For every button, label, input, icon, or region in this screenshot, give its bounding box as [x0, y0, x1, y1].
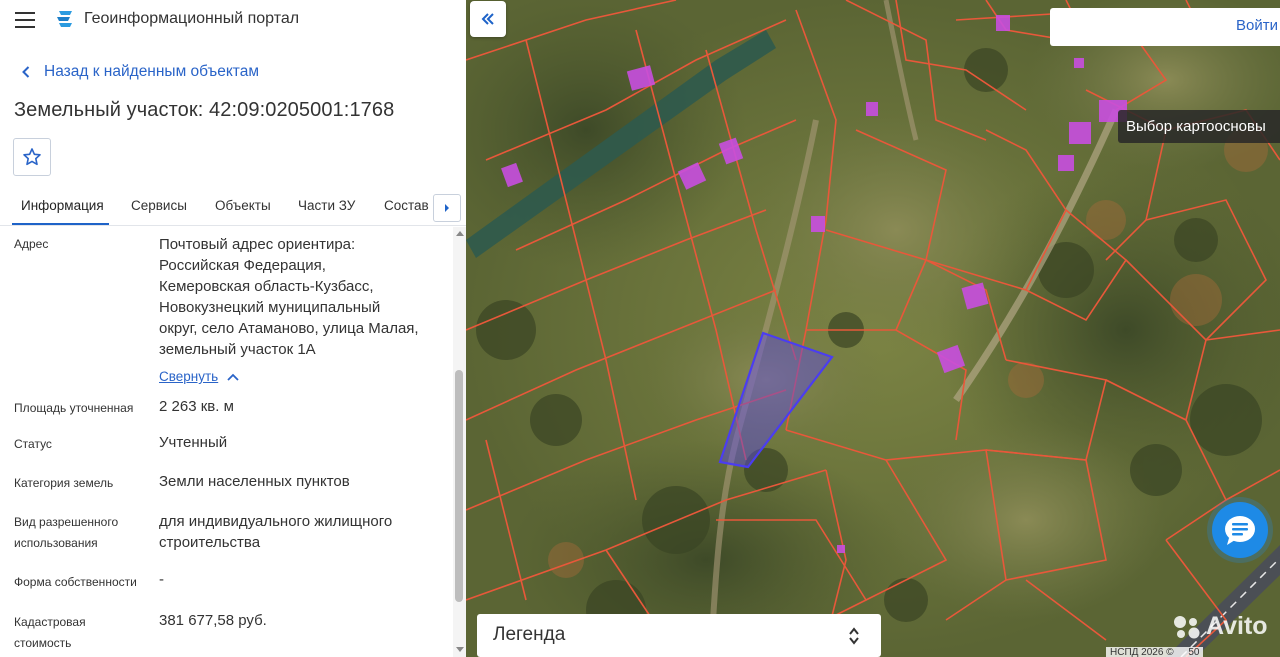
- tab-objects[interactable]: Объекты: [215, 198, 271, 213]
- address-line: земельный участок 1А: [159, 341, 316, 358]
- address-line: округ, село Атаманово, улица Малая,: [159, 320, 419, 337]
- label-line: стоимость: [14, 636, 72, 650]
- tab-parts[interactable]: Части ЗУ: [298, 198, 355, 213]
- back-link[interactable]: Назад к найденным объектам: [16, 62, 259, 82]
- scrollbar[interactable]: [453, 227, 466, 657]
- ownership-label: Форма собственности: [14, 575, 137, 589]
- portal-logo-icon: [57, 11, 72, 27]
- status-value: Учтенный: [159, 434, 228, 451]
- menu-icon[interactable]: [15, 12, 35, 28]
- value-line: для индивидуального жилищного: [159, 513, 393, 530]
- double-chevron-left-icon: [481, 13, 494, 25]
- ownership-value: -: [159, 571, 164, 588]
- address-line: Российская Федерация,: [159, 257, 326, 274]
- tab-services[interactable]: Сервисы: [131, 198, 187, 213]
- satellite-basemap[interactable]: [466, 0, 1280, 657]
- app-title: Геоинформационный портал: [84, 10, 300, 27]
- address-line: Новокузнецкий муниципальный: [159, 299, 381, 316]
- scroll-down-arrow[interactable]: [456, 647, 464, 652]
- address-value: Почтовый адрес ориентира: Российская Фед…: [159, 234, 444, 360]
- tab-composition[interactable]: Состав: [384, 198, 429, 213]
- back-label: Назад к найденным объектам: [44, 63, 259, 80]
- collapse-label: Свернуть: [159, 369, 219, 384]
- sort-arrows-icon: [849, 627, 859, 645]
- permitted-use-label: Вид разрешенного использования: [14, 512, 139, 554]
- chat-button[interactable]: [1212, 502, 1268, 558]
- value-line: строительства: [159, 534, 261, 551]
- map-view[interactable]: Войти Выбор картоосновы Легенда Avito НС…: [466, 0, 1280, 657]
- address-line: Кемеровская область-Кузбасс,: [159, 278, 374, 295]
- chevron-left-icon: [22, 66, 30, 78]
- active-tab-indicator: [12, 223, 109, 225]
- tabs-scroll-button[interactable]: [433, 194, 461, 222]
- cadastral-value-label: Кадастровая стоимость: [14, 612, 139, 654]
- label-line: Вид разрешенного: [14, 515, 119, 529]
- tab-bar: Информация Сервисы Объекты Части ЗУ Сост…: [0, 190, 466, 226]
- scroll-up-arrow[interactable]: [456, 231, 464, 236]
- header: Геоинформационный портал: [0, 0, 466, 42]
- label-line: использования: [14, 536, 98, 550]
- info-content: Адрес Почтовый адрес ориентира: Российск…: [0, 227, 452, 657]
- area-label: Площадь уточненная: [14, 401, 134, 415]
- login-button[interactable]: Войти: [1236, 17, 1278, 34]
- chevron-up-icon: [227, 373, 239, 381]
- address-label: Адрес: [14, 237, 49, 251]
- avito-logo-icon: [1174, 615, 1200, 638]
- scrollbar-thumb[interactable]: [455, 370, 463, 602]
- watermark: Avito: [1172, 612, 1268, 641]
- map-copyright: НСПД 2026 © 50: [1106, 647, 1204, 657]
- collapse-link[interactable]: Свернуть: [159, 369, 239, 384]
- basemap-selector[interactable]: Выбор картоосновы: [1118, 110, 1280, 143]
- favorite-button[interactable]: [13, 138, 51, 176]
- category-label: Категория земель: [14, 476, 114, 490]
- legend-panel[interactable]: Легенда: [477, 614, 881, 657]
- collapse-panel-button[interactable]: [470, 1, 506, 37]
- area-value: 2 263 кв. м: [159, 398, 234, 415]
- label-line: Кадастровая: [14, 615, 86, 629]
- chat-icon: [1225, 516, 1255, 545]
- status-label: Статус: [14, 437, 52, 451]
- category-value: Земли населенных пунктов: [159, 473, 350, 490]
- watermark-text: Avito: [1206, 612, 1268, 640]
- scale-text: 50: [1188, 647, 1200, 657]
- permitted-use-value: для индивидуального жилищного строительс…: [159, 511, 444, 553]
- address-line: Почтовый адрес ориентира:: [159, 236, 356, 253]
- page-title: Земельный участок: 42:09:0205001:1768: [14, 99, 395, 121]
- cadastral-value-value: 381 677,58 руб.: [159, 612, 267, 629]
- tab-info[interactable]: Информация: [21, 198, 104, 213]
- chevron-right-icon: [445, 204, 449, 212]
- legend-title: Легенда: [493, 624, 566, 645]
- copyright-text: НСПД 2026 ©: [1110, 647, 1174, 657]
- star-icon: [23, 148, 41, 166]
- info-panel: Геоинформационный портал Назад к найденн…: [0, 0, 466, 657]
